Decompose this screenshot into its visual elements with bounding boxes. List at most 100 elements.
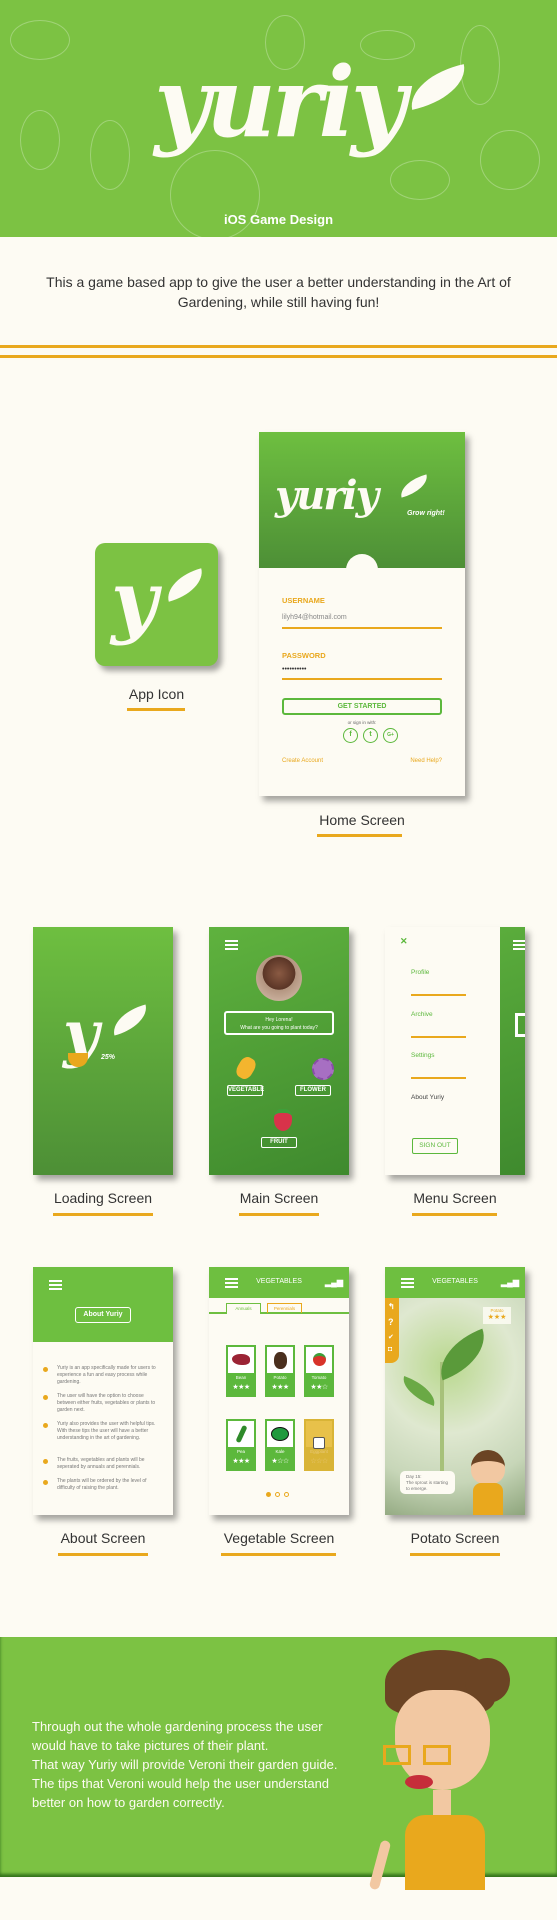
bullet-icon bbox=[43, 1480, 48, 1485]
yuriy-logo: yuriy bbox=[154, 46, 406, 159]
veroni-glasses bbox=[383, 1745, 411, 1765]
home-tagline: Grow right! bbox=[407, 510, 445, 517]
get-started-button[interactable]: GET STARTED bbox=[282, 698, 442, 715]
potato-header: VEGETABLES ▂▄▆ bbox=[385, 1267, 525, 1298]
vegetable-tile[interactable]: Tomato ★★☆ bbox=[304, 1345, 334, 1397]
menu-screen: ✕ Profile Archive Settings About Yuriy S… bbox=[385, 927, 525, 1175]
about-item: The plants will be ordered by the level … bbox=[57, 1478, 147, 1491]
vegetable-header: VEGETABLES ▂▄▆ bbox=[209, 1267, 349, 1298]
page-dot[interactable] bbox=[275, 1492, 280, 1497]
twitter-icon[interactable]: t bbox=[363, 728, 378, 743]
difficulty-stars: ★★★ bbox=[232, 1458, 250, 1465]
flower-button[interactable]: FLOWER bbox=[295, 1085, 331, 1096]
kale-icon bbox=[267, 1421, 293, 1447]
page-dot-active[interactable] bbox=[266, 1492, 271, 1497]
vegetable-tile[interactable]: Potato ★★★ bbox=[265, 1345, 295, 1397]
google-plus-icon[interactable]: G+ bbox=[383, 728, 398, 743]
intro-text: This a game based app to give the user a… bbox=[46, 274, 511, 310]
leaf-icon bbox=[108, 1004, 152, 1036]
footer-line: That way Yuriy will provide Veroni their… bbox=[32, 1757, 338, 1772]
create-account-link[interactable]: Create Account bbox=[282, 758, 323, 764]
sign-out-button[interactable]: SIGN OUT bbox=[412, 1138, 458, 1154]
about-title: About Yuriy bbox=[75, 1307, 131, 1323]
caption-about-screen: About Screen bbox=[60, 1530, 146, 1546]
greeting-question: What are you going to plant today? bbox=[240, 1025, 318, 1031]
difficulty-stars: ★★★ bbox=[232, 1384, 250, 1391]
camera-icon[interactable]: ◘ bbox=[388, 1346, 392, 1353]
menu-item-settings[interactable]: Settings bbox=[411, 1052, 435, 1059]
vegetable-name: Potato bbox=[273, 1375, 287, 1380]
hero-subtitle: iOS Game Design bbox=[223, 212, 334, 227]
pea-icon bbox=[228, 1421, 254, 1447]
veroni-lips bbox=[405, 1775, 433, 1789]
footer-line: better on how to garden correctly. bbox=[32, 1795, 225, 1810]
about-header: About Yuriy bbox=[33, 1267, 173, 1342]
leaf-icon bbox=[162, 568, 208, 602]
back-icon[interactable]: ↰ bbox=[388, 1302, 395, 1311]
user-avatar[interactable] bbox=[256, 955, 302, 1001]
vegetable-tile[interactable]: Bean ★★★ bbox=[226, 1345, 256, 1397]
caption-underline bbox=[58, 1553, 148, 1556]
difficulty-stars: ★★☆ bbox=[310, 1384, 328, 1391]
bean-icon bbox=[228, 1347, 254, 1373]
tip-text: The sprout is starting to emerge. bbox=[406, 1480, 449, 1491]
username-field[interactable]: lilyh94@hotmail.com bbox=[282, 614, 347, 621]
menu-divider bbox=[411, 1036, 466, 1038]
vegetable-name: Eggplant bbox=[310, 1449, 328, 1454]
vegetable-name: Bean bbox=[235, 1375, 247, 1380]
menu-item-about[interactable]: About Yuriy bbox=[411, 1094, 444, 1101]
strawberry-icon bbox=[274, 1109, 292, 1131]
greeting-box-edge bbox=[515, 1013, 525, 1037]
veroni-body bbox=[473, 1483, 503, 1515]
caption-underline bbox=[410, 1553, 500, 1556]
menu-item-archive[interactable]: Archive bbox=[411, 1011, 433, 1018]
menu-icon[interactable] bbox=[49, 1280, 62, 1290]
loading-screen: y 25% bbox=[33, 927, 173, 1175]
difficulty-stars: ☆☆☆ bbox=[310, 1458, 328, 1465]
tip-bubble: Day 15: The sprout is starting to emerge… bbox=[400, 1471, 455, 1494]
fruit-button[interactable]: FRUIT bbox=[261, 1137, 297, 1148]
stats-icon[interactable]: ▂▄▆ bbox=[325, 1278, 343, 1287]
caption-underline bbox=[127, 708, 185, 711]
caption-underline bbox=[221, 1553, 336, 1556]
vegetable-screen: VEGETABLES ▂▄▆ Annuals Perennials Bean ★… bbox=[209, 1267, 349, 1515]
difficulty-stars: ★★★ bbox=[271, 1384, 289, 1391]
menu-divider bbox=[411, 1077, 466, 1079]
caption-menu-screen: Menu Screen bbox=[413, 1190, 497, 1206]
menu-item-profile[interactable]: Profile bbox=[411, 969, 429, 976]
vegetable-tile-locked[interactable]: Eggplant ☆☆☆ bbox=[304, 1419, 334, 1471]
password-label: PASSWORD bbox=[282, 651, 326, 660]
password-field[interactable]: •••••••••• bbox=[282, 666, 307, 673]
home-notch bbox=[346, 554, 378, 586]
greeting-box: Hey Lorena! What are you going to plant … bbox=[224, 1011, 334, 1035]
caption-potato-screen: Potato Screen bbox=[410, 1530, 500, 1546]
veroni-character bbox=[368, 1650, 555, 1920]
caption-underline bbox=[239, 1213, 319, 1216]
greeting-text: Hey Lorena! bbox=[265, 1017, 293, 1023]
menu-icon[interactable] bbox=[225, 940, 238, 950]
menu-divider bbox=[411, 994, 466, 996]
caption-app-icon: App Icon bbox=[128, 686, 185, 702]
vegetable-name: Pea bbox=[236, 1449, 245, 1454]
tab-perennials[interactable]: Perennials bbox=[267, 1303, 302, 1313]
need-help-link[interactable]: Need Help? bbox=[410, 758, 442, 764]
veroni-head bbox=[471, 1450, 505, 1484]
facebook-icon[interactable]: f bbox=[343, 728, 358, 743]
menu-drawer: ✕ Profile Archive Settings About Yuriy S… bbox=[385, 927, 500, 1175]
help-icon[interactable]: ? bbox=[388, 1317, 394, 1327]
close-icon[interactable]: ✕ bbox=[400, 936, 408, 947]
footer-line: The tips that Veroni would help the user… bbox=[32, 1776, 330, 1791]
page-dot[interactable] bbox=[284, 1492, 289, 1497]
vegetable-tile[interactable]: Kale ★☆☆ bbox=[265, 1419, 295, 1471]
check-icon[interactable]: ✔ bbox=[388, 1333, 394, 1341]
bullet-icon bbox=[43, 1367, 48, 1372]
vegetable-tile[interactable]: Pea ★★★ bbox=[226, 1419, 256, 1471]
footer-line: would have to take pictures of their pla… bbox=[32, 1738, 269, 1753]
vegetable-name: Kale bbox=[275, 1449, 285, 1454]
main-screen: Hey Lorena! What are you going to plant … bbox=[209, 927, 349, 1175]
vegetable-button[interactable]: VEGETABLE bbox=[227, 1085, 264, 1096]
footer-text: Through out the whole gardening process … bbox=[32, 1717, 402, 1812]
tab-annuals[interactable]: Annuals bbox=[226, 1303, 261, 1314]
menu-icon[interactable] bbox=[513, 940, 525, 950]
stats-icon[interactable]: ▂▄▆ bbox=[501, 1278, 519, 1287]
